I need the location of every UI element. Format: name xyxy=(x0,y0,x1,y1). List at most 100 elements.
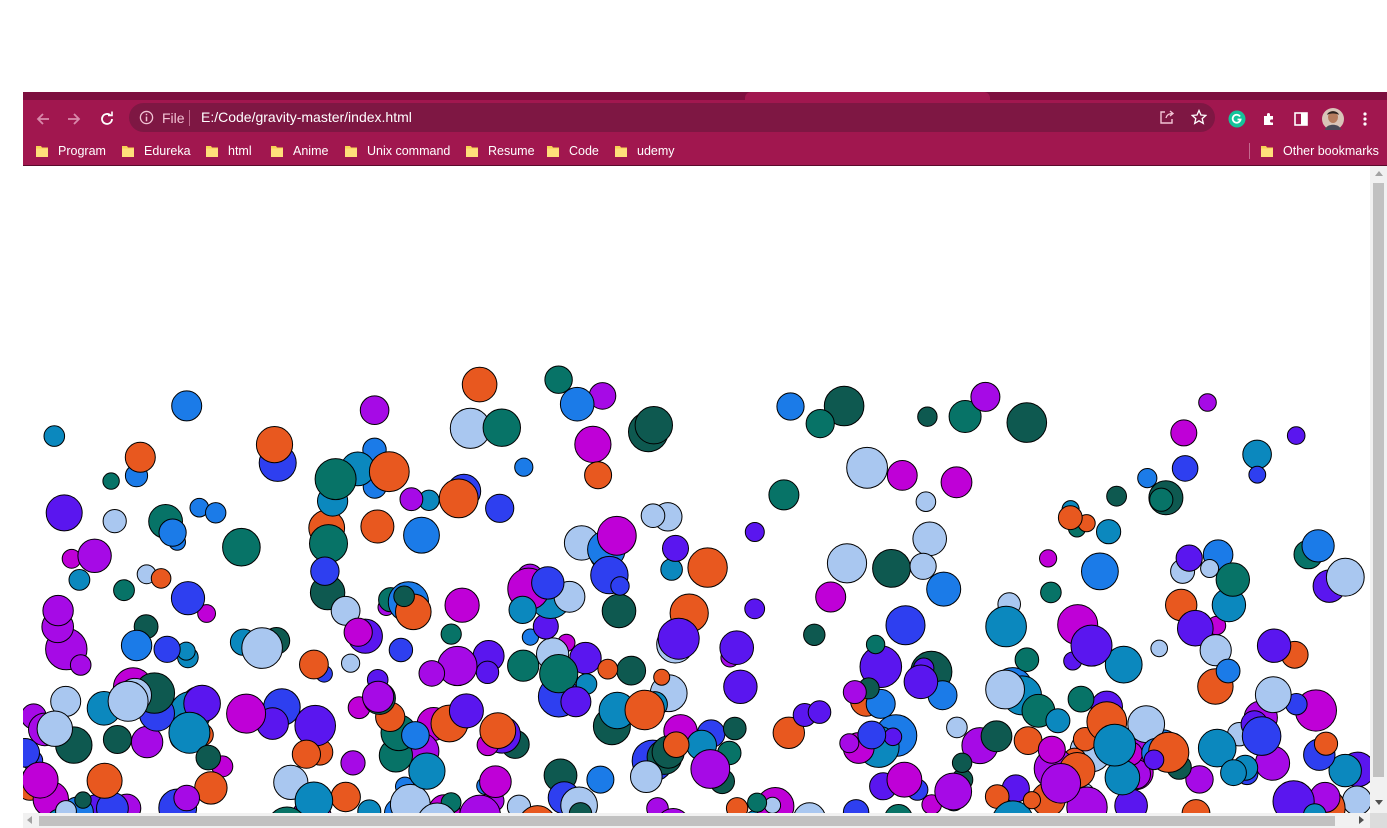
ball xyxy=(1067,685,1095,713)
folder-icon xyxy=(615,146,627,157)
browser-window: File E:/Code/gravity-master/index.html P… xyxy=(23,92,1387,828)
back-icon xyxy=(36,113,49,125)
side-panel-button[interactable] xyxy=(1286,104,1316,134)
ball xyxy=(768,479,800,511)
other-bookmarks[interactable]: Other bookmarks xyxy=(1261,141,1379,161)
forward-button[interactable] xyxy=(59,104,89,134)
address-bar[interactable]: File E:/Code/gravity-master/index.html xyxy=(129,103,1215,132)
ball xyxy=(560,686,592,718)
bookmark-code[interactable]: Code xyxy=(547,141,599,161)
grammarly-button[interactable] xyxy=(1222,104,1252,134)
ball xyxy=(912,521,948,557)
bookmark-edureka[interactable]: Edureka xyxy=(122,141,191,161)
ball xyxy=(255,426,294,464)
ball xyxy=(1022,791,1042,810)
ball xyxy=(1150,639,1168,658)
ball xyxy=(444,587,480,623)
ball xyxy=(482,408,521,447)
ball xyxy=(926,571,962,607)
ball xyxy=(846,446,888,489)
bookmark-unix-command[interactable]: Unix command xyxy=(345,141,450,161)
ball xyxy=(1301,529,1335,563)
extensions-button[interactable] xyxy=(1254,104,1284,134)
ball xyxy=(479,765,512,799)
menu-button[interactable] xyxy=(1350,104,1380,134)
page-content[interactable] xyxy=(23,166,1370,813)
ball xyxy=(744,522,765,542)
folder-icon xyxy=(466,146,478,157)
ball xyxy=(1200,559,1220,578)
ball xyxy=(1137,468,1158,489)
reload-button[interactable] xyxy=(92,104,122,134)
ball xyxy=(158,518,187,547)
ball xyxy=(1081,552,1119,591)
side-panel-icon xyxy=(1294,112,1308,126)
vertical-scrollbar[interactable] xyxy=(1370,166,1387,813)
ball xyxy=(1181,799,1211,813)
scroll-left-arrow[interactable] xyxy=(27,816,32,824)
gravity-canvas[interactable] xyxy=(23,166,1370,813)
scrollbar-corner xyxy=(1370,813,1387,828)
ball xyxy=(601,593,637,629)
bookmark-udemy[interactable]: udemy xyxy=(615,141,675,161)
ball xyxy=(839,733,860,754)
url-text[interactable]: E:/Code/gravity-master/index.html xyxy=(201,109,412,125)
ball xyxy=(616,655,647,686)
ball xyxy=(309,524,348,564)
ball xyxy=(438,478,479,519)
vertical-scroll-thumb[interactable] xyxy=(1373,183,1384,777)
ball xyxy=(803,623,826,646)
folder-icon xyxy=(547,146,559,157)
ball xyxy=(886,761,923,798)
ball xyxy=(45,494,83,532)
ball xyxy=(725,797,749,813)
share-icon[interactable] xyxy=(1159,109,1175,125)
ball xyxy=(1170,419,1198,447)
info-icon[interactable] xyxy=(139,110,154,125)
bookmark-program[interactable]: Program xyxy=(36,141,106,161)
scroll-up-arrow[interactable] xyxy=(1375,171,1383,176)
ball xyxy=(687,547,728,588)
back-button[interactable] xyxy=(28,104,58,134)
ball xyxy=(596,515,637,556)
ball xyxy=(657,617,700,660)
horizontal-scroll-thumb[interactable] xyxy=(39,816,1335,826)
ball xyxy=(946,716,968,739)
bookmark-anime[interactable]: Anime xyxy=(271,141,328,161)
ball xyxy=(23,761,59,799)
ball xyxy=(418,660,446,687)
tab-strip xyxy=(23,92,1387,100)
folder-icon xyxy=(1261,146,1273,157)
ball xyxy=(624,689,665,731)
scroll-right-arrow[interactable] xyxy=(1359,816,1364,824)
scroll-down-arrow[interactable] xyxy=(1375,800,1383,805)
folder-icon xyxy=(36,146,48,157)
ball xyxy=(826,543,868,584)
ball xyxy=(388,637,414,663)
active-tab[interactable] xyxy=(745,92,990,100)
ball xyxy=(153,635,181,663)
ball xyxy=(1039,549,1058,568)
ball xyxy=(574,425,612,463)
ball xyxy=(1149,487,1174,512)
ball xyxy=(399,487,424,512)
ball xyxy=(776,392,805,421)
star-icon[interactable] xyxy=(1191,109,1207,125)
ball xyxy=(763,796,782,813)
ball xyxy=(401,721,430,750)
ball xyxy=(1215,562,1251,597)
bookmark-resume[interactable]: Resume xyxy=(466,141,535,161)
horizontal-scrollbar[interactable] xyxy=(23,813,1370,828)
ball xyxy=(124,441,156,473)
ball xyxy=(586,765,615,794)
ball xyxy=(1198,393,1217,412)
bookmark-html[interactable]: html xyxy=(206,141,252,161)
profile-button[interactable] xyxy=(1318,104,1348,134)
bookmark-label: udemy xyxy=(637,144,675,158)
ball xyxy=(985,605,1027,648)
ball xyxy=(744,598,766,620)
ball xyxy=(970,381,1001,412)
ball xyxy=(815,581,847,613)
ball xyxy=(719,630,755,666)
ball xyxy=(690,749,731,789)
